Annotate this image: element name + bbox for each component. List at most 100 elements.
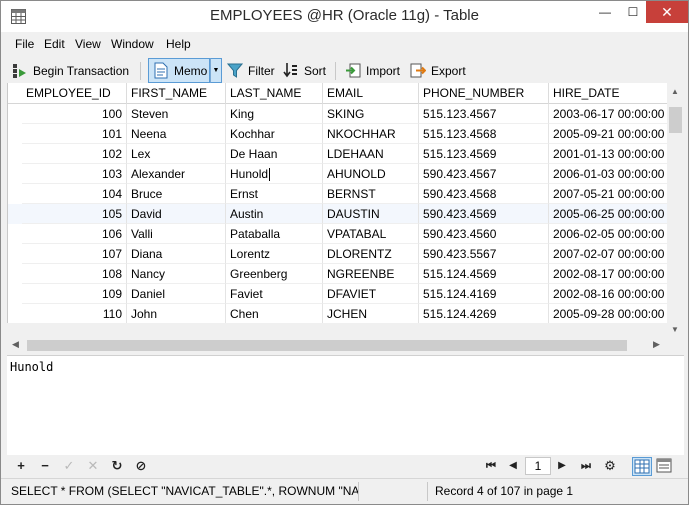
- cell-employee-id[interactable]: 105: [22, 204, 127, 224]
- cell-last-name[interactable]: Lorentz: [226, 244, 323, 264]
- refresh-button[interactable]: ↻: [109, 458, 125, 474]
- scroll-up-arrow-icon[interactable]: ▲: [671, 87, 679, 96]
- table-row[interactable]: 104 Bruce Ernst BERNST 590.423.4568 2007-05-2…: [8, 184, 667, 204]
- scroll-right-arrow-icon[interactable]: ▶: [653, 339, 660, 350]
- cell-employee-id[interactable]: 104: [22, 184, 127, 204]
- memo-dropdown-arrow[interactable]: ▼: [210, 58, 222, 83]
- cell-first-name[interactable]: Neena: [127, 124, 226, 144]
- cell-last-name[interactable]: Greenberg: [226, 264, 323, 284]
- cell-email[interactable]: SKING: [323, 104, 419, 124]
- vertical-scrollbar[interactable]: ▲ ▼: [667, 83, 684, 338]
- cell-last-name[interactable]: Pataballa: [226, 224, 323, 244]
- apply-changes-button[interactable]: ✓: [61, 458, 77, 474]
- cell-first-name[interactable]: Diana: [127, 244, 226, 264]
- table-row[interactable]: 103 Alexander Hunold AHUNOLD 590.423.4567 200…: [8, 164, 667, 184]
- menu-view[interactable]: View: [75, 37, 101, 51]
- last-page-button[interactable]: ⏭: [578, 458, 594, 474]
- discard-changes-button[interactable]: ✕: [85, 458, 101, 474]
- cell-email[interactable]: NKOCHHAR: [323, 124, 419, 144]
- cell-employee-id[interactable]: 102: [22, 144, 127, 164]
- cell-phone-number[interactable]: 515.123.4568: [419, 124, 549, 144]
- cell-hire-date[interactable]: 2007-02-07 00:00:00: [549, 244, 667, 264]
- cell-email[interactable]: VPATABAL: [323, 224, 419, 244]
- menu-window[interactable]: Window: [111, 37, 154, 51]
- cell-hire-date[interactable]: 2001-01-13 00:00:00: [549, 144, 667, 164]
- begin-transaction-button[interactable]: Begin Transaction: [11, 58, 129, 83]
- cell-employee-id[interactable]: 108: [22, 264, 127, 284]
- cell-email[interactable]: BERNST: [323, 184, 419, 204]
- table-row[interactable]: 106 Valli Pataballa VPATABAL 590.423.4560 200…: [8, 224, 667, 244]
- table-row[interactable]: 100 Steven King SKING 515.123.4567 2003-06-17…: [8, 104, 667, 124]
- cell-last-name[interactable]: Austin: [226, 204, 323, 224]
- menu-edit[interactable]: Edit: [44, 37, 65, 51]
- cell-first-name[interactable]: John: [127, 304, 226, 323]
- sort-button[interactable]: Sort: [283, 58, 326, 83]
- cell-phone-number[interactable]: 515.124.4269: [419, 304, 549, 323]
- column-header-last-name[interactable]: LAST_NAME: [226, 83, 323, 104]
- cell-employee-id[interactable]: 100: [22, 104, 127, 124]
- table-row[interactable]: 109 Daniel Faviet DFAVIET 515.124.4169 2002-0…: [8, 284, 667, 304]
- table-row[interactable]: 101 Neena Kochhar NKOCHHAR 515.123.4568 2005-…: [8, 124, 667, 144]
- cell-email[interactable]: NGREENBE: [323, 264, 419, 284]
- cell-last-name[interactable]: De Haan: [226, 144, 323, 164]
- cell-hire-date[interactable]: 2005-06-25 00:00:00: [549, 204, 667, 224]
- cell-email[interactable]: DAUSTIN: [323, 204, 419, 224]
- column-header-email[interactable]: EMAIL: [323, 83, 419, 104]
- table-row[interactable]: 105 David Austin DAUSTIN 590.423.4569 2005-06…: [8, 204, 667, 224]
- menu-help[interactable]: Help: [166, 37, 191, 51]
- cell-phone-number[interactable]: 590.423.4569: [419, 204, 549, 224]
- memo-button[interactable]: Memo: [148, 58, 210, 83]
- next-page-button[interactable]: ▶: [554, 458, 570, 474]
- filter-button[interactable]: Filter: [227, 58, 275, 83]
- table-row[interactable]: 107 Diana Lorentz DLORENTZ 590.423.5567 2007-…: [8, 244, 667, 264]
- cell-hire-date[interactable]: 2005-09-21 00:00:00: [549, 124, 667, 144]
- cell-last-name[interactable]: Faviet: [226, 284, 323, 304]
- maximize-button[interactable]: ☐: [619, 1, 647, 23]
- cell-first-name[interactable]: Nancy: [127, 264, 226, 284]
- cell-email[interactable]: DLORENTZ: [323, 244, 419, 264]
- cell-last-name[interactable]: King: [226, 104, 323, 124]
- settings-gear-icon[interactable]: ⚙: [602, 458, 618, 474]
- cell-last-name[interactable]: Chen: [226, 304, 323, 323]
- cell-first-name[interactable]: Lex: [127, 144, 226, 164]
- export-button[interactable]: Export: [410, 58, 466, 83]
- scroll-left-arrow-icon[interactable]: ◀: [12, 339, 19, 350]
- column-header-hire-date[interactable]: HIRE_DATE: [549, 83, 667, 104]
- cell-phone-number[interactable]: 590.423.4567: [419, 164, 549, 184]
- delete-record-button[interactable]: −: [37, 458, 53, 474]
- cell-employee-id[interactable]: 101: [22, 124, 127, 144]
- table-row[interactable]: 102 Lex De Haan LDEHAAN 515.123.4569 2001-01-…: [8, 144, 667, 164]
- cell-email[interactable]: AHUNOLD: [323, 164, 419, 184]
- column-header-first-name[interactable]: FIRST_NAME: [127, 83, 226, 104]
- cell-first-name[interactable]: Alexander: [127, 164, 226, 184]
- add-record-button[interactable]: +: [13, 458, 29, 474]
- cell-hire-date[interactable]: 2007-05-21 00:00:00: [549, 184, 667, 204]
- cell-last-name[interactable]: Hunold: [226, 164, 323, 184]
- cell-hire-date[interactable]: 2006-02-05 00:00:00: [549, 224, 667, 244]
- cell-phone-number[interactable]: 590.423.5567: [419, 244, 549, 264]
- cell-phone-number[interactable]: 515.124.4569: [419, 264, 549, 284]
- cell-phone-number[interactable]: 590.423.4560: [419, 224, 549, 244]
- menu-file[interactable]: File: [15, 37, 34, 51]
- memo-text[interactable]: Hunold: [10, 360, 53, 374]
- cell-employee-id[interactable]: 110: [22, 304, 127, 323]
- cell-hire-date[interactable]: 2002-08-17 00:00:00: [549, 264, 667, 284]
- close-button[interactable]: ✕: [646, 1, 688, 23]
- cell-phone-number[interactable]: 515.124.4169: [419, 284, 549, 304]
- cell-email[interactable]: JCHEN: [323, 304, 419, 323]
- previous-page-button[interactable]: ◀: [505, 458, 521, 474]
- column-header-employee-id[interactable]: EMPLOYEE_ID: [22, 83, 127, 104]
- cell-last-name[interactable]: Ernst: [226, 184, 323, 204]
- cell-employee-id[interactable]: 109: [22, 284, 127, 304]
- cell-email[interactable]: LDEHAAN: [323, 144, 419, 164]
- cell-hire-date[interactable]: 2002-08-16 00:00:00: [549, 284, 667, 304]
- import-button[interactable]: Import: [345, 58, 400, 83]
- cell-employee-id[interactable]: 106: [22, 224, 127, 244]
- data-grid[interactable]: EMPLOYEE_ID FIRST_NAME LAST_NAME EMAIL P…: [7, 83, 667, 323]
- page-number-input[interactable]: 1: [525, 457, 551, 475]
- first-page-button[interactable]: ⏮: [483, 458, 499, 474]
- table-row[interactable]: 110 John Chen JCHEN 515.124.4269 2005-09-28 0…: [8, 304, 667, 323]
- cell-last-name[interactable]: Kochhar: [226, 124, 323, 144]
- horizontal-scrollbar[interactable]: ◀ ▶: [7, 337, 667, 354]
- cell-phone-number[interactable]: 515.123.4567: [419, 104, 549, 124]
